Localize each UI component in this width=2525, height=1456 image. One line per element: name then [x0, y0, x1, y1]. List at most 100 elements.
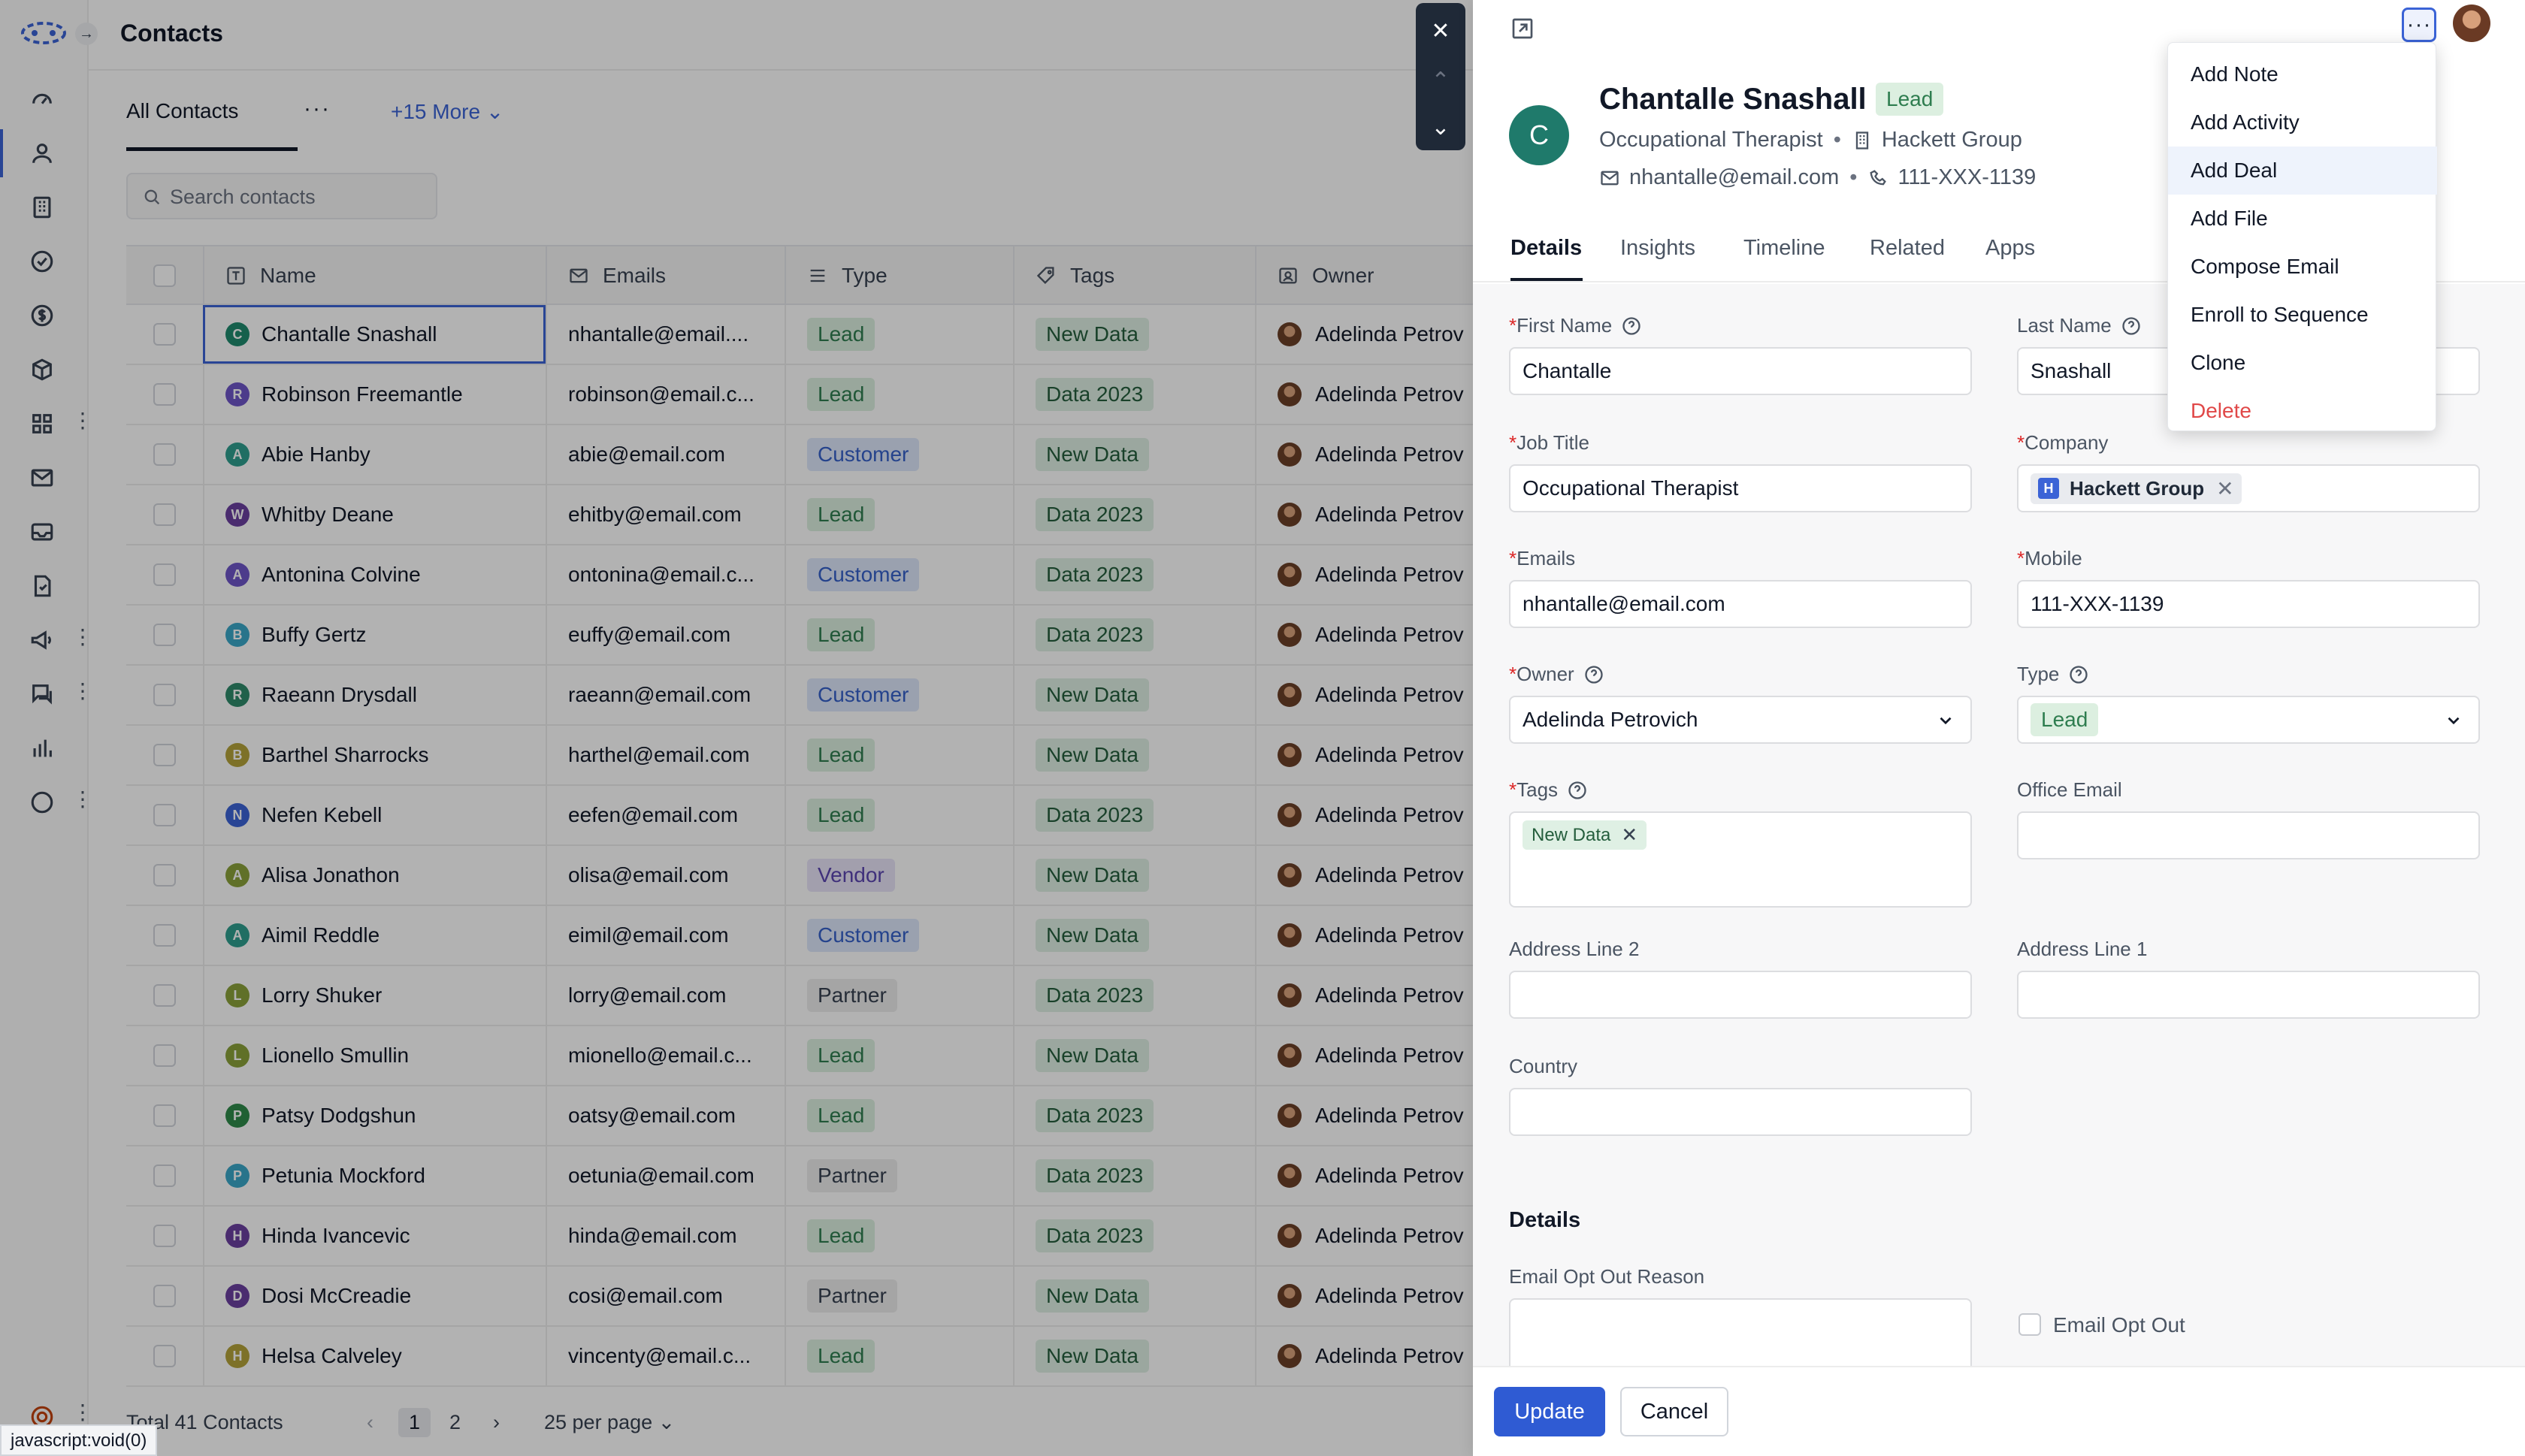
office-email-field[interactable] [2017, 811, 2480, 859]
tag-cell[interactable]: New Data [1013, 726, 1255, 784]
table-row[interactable]: B Buffy Gertz euffy@email.com Lead Data 2023… [126, 606, 1473, 666]
owner-cell[interactable]: Adelinda Petrov [1255, 1267, 1473, 1325]
table-row[interactable]: A Abie Hanby abie@email.com Customer New Dat… [126, 425, 1473, 485]
search-input[interactable] [170, 182, 425, 212]
menu-item-clone[interactable]: Clone [2168, 339, 2437, 387]
user-avatar[interactable] [2453, 5, 2490, 42]
table-row[interactable]: H Helsa Calveley vincenty@email.c... Lead Ne… [126, 1327, 1473, 1387]
type-cell[interactable]: Customer [785, 545, 1013, 604]
column-owner[interactable]: Owner [1255, 246, 1473, 305]
menu-item-add-file[interactable]: Add File [2168, 195, 2437, 243]
table-row[interactable]: A Aimil Reddle eimil@email.com Customer New … [126, 906, 1473, 966]
help-icon[interactable] [2121, 316, 2142, 337]
tag-cell[interactable]: Data 2023 [1013, 1207, 1255, 1265]
update-button[interactable]: Update [1494, 1387, 1605, 1436]
table-row[interactable]: L Lorry Shuker lorry@email.com Partner Data … [126, 966, 1473, 1026]
menu-item-add-deal[interactable]: Add Deal [2168, 147, 2437, 195]
menu-item-delete[interactable]: Delete [2168, 387, 2437, 435]
row-checkbox[interactable] [153, 1225, 176, 1247]
row-checkbox[interactable] [153, 323, 176, 346]
page-1-button[interactable]: 1 [398, 1408, 431, 1437]
row-checkbox[interactable] [153, 1345, 176, 1367]
owner-select[interactable]: Adelinda Petrovich [1509, 696, 1972, 744]
tasks-icon[interactable] [29, 248, 56, 275]
name-cell[interactable]: W Whitby Deane [203, 485, 546, 544]
type-cell[interactable]: Lead [785, 726, 1013, 784]
row-checkbox[interactable] [153, 684, 176, 706]
column-type[interactable]: Type [785, 246, 1013, 305]
owner-cell[interactable]: Adelinda Petrov [1255, 485, 1473, 544]
tag-cell[interactable]: Data 2023 [1013, 786, 1255, 844]
remove-company-icon[interactable]: ✕ [2216, 476, 2233, 501]
email-cell[interactable]: nhantalle@email.... [546, 305, 785, 364]
table-row[interactable]: A Alisa Jonathon olisa@email.com Vendor New … [126, 846, 1473, 906]
table-row[interactable]: R Raeann Drysdall raeann@email.com Customer… [126, 666, 1473, 726]
address-line-2-field[interactable] [1509, 971, 1972, 1019]
tag-cell[interactable]: New Data [1013, 846, 1255, 905]
tag-cell[interactable]: Data 2023 [1013, 485, 1255, 544]
owner-cell[interactable]: Adelinda Petrov [1255, 1207, 1473, 1265]
tag-cell[interactable]: New Data [1013, 1267, 1255, 1325]
chevron-down-icon[interactable]: ⌄ [1416, 104, 1465, 150]
page-2-button[interactable]: 2 [449, 1411, 461, 1434]
column-name[interactable]: Name [203, 246, 546, 305]
email-cell[interactable]: ehitby@email.com [546, 485, 785, 544]
type-cell[interactable]: Lead [785, 1207, 1013, 1265]
owner-cell[interactable]: Adelinda Petrov [1255, 906, 1473, 965]
tag-cell[interactable]: Data 2023 [1013, 966, 1255, 1025]
name-cell[interactable]: H Helsa Calveley [203, 1327, 546, 1385]
name-cell[interactable]: D Dosi McCreadie [203, 1267, 546, 1325]
table-row[interactable]: R Robinson Freemantle robinson@email.c... L… [126, 365, 1473, 425]
type-cell[interactable]: Lead [785, 786, 1013, 844]
table-row[interactable]: N Nefen Kebell eefen@email.com Lead Data 202… [126, 786, 1473, 846]
table-row[interactable]: C Chantalle Snashall nhantalle@email.... Le… [126, 305, 1473, 365]
column-tags[interactable]: Tags [1013, 246, 1255, 305]
company-field[interactable]: H Hackett Group ✕ [2017, 464, 2480, 512]
remove-tag-icon[interactable]: ✕ [1621, 823, 1637, 847]
menu-item-add-note[interactable]: Add Note [2168, 50, 2437, 98]
owner-cell[interactable]: Adelinda Petrov [1255, 545, 1473, 604]
tab-apps[interactable]: Apps [1985, 236, 2035, 261]
row-checkbox[interactable] [153, 1044, 176, 1067]
owner-cell[interactable]: Adelinda Petrov [1255, 1026, 1473, 1085]
chevron-up-icon[interactable]: ⌃ [1416, 57, 1465, 104]
type-cell[interactable]: Lead [785, 1086, 1013, 1145]
name-cell[interactable]: A Abie Hanby [203, 425, 546, 484]
tab-timeline[interactable]: Timeline [1743, 236, 1825, 261]
email-cell[interactable]: lorry@email.com [546, 966, 785, 1025]
more-views-button[interactable]: +15 More ⌄ [391, 99, 503, 124]
tag-cell[interactable]: New Data [1013, 1026, 1255, 1085]
prev-page-icon[interactable]: ‹ [367, 1411, 373, 1434]
type-select[interactable]: Lead [2017, 696, 2480, 744]
close-icon[interactable]: ✕ [1416, 8, 1465, 54]
email-cell[interactable]: ontonina@email.c... [546, 545, 785, 604]
emails-field[interactable]: nhantalle@email.com [1509, 580, 1972, 628]
email-text[interactable]: nhantalle@email.com [1629, 165, 1839, 190]
per-page-select[interactable]: 25 per page ⌄ [544, 1411, 675, 1434]
dashboard-icon[interactable] [29, 86, 56, 113]
type-cell[interactable]: Lead [785, 485, 1013, 544]
email-cell[interactable]: cosi@email.com [546, 1267, 785, 1325]
tag-cell[interactable]: New Data [1013, 1327, 1255, 1385]
app-logo-icon[interactable] [20, 20, 68, 47]
row-checkbox[interactable] [153, 1104, 176, 1127]
name-cell[interactable]: L Lorry Shuker [203, 966, 546, 1025]
name-cell[interactable]: A Antonina Colvine [203, 545, 546, 604]
email-cell[interactable]: robinson@email.c... [546, 365, 785, 424]
help-icon[interactable] [1621, 316, 1642, 337]
row-checkbox[interactable] [153, 864, 176, 887]
email-cell[interactable]: vincenty@email.c... [546, 1327, 785, 1385]
email-opt-out-checkbox[interactable] [2018, 1313, 2041, 1336]
owner-cell[interactable]: Adelinda Petrov [1255, 425, 1473, 484]
owner-cell[interactable]: Adelinda Petrov [1255, 1086, 1473, 1145]
more-actions-button[interactable]: ··· [2402, 8, 2436, 42]
email-cell[interactable]: harthel@email.com [546, 726, 785, 784]
phone-text[interactable]: 111-XXX-1139 [1898, 165, 2036, 190]
tab-related[interactable]: Related [1870, 236, 1945, 261]
name-cell[interactable]: A Aimil Reddle [203, 906, 546, 965]
companies-icon[interactable] [29, 194, 56, 221]
table-row[interactable]: L Lionello Smullin mionello@email.c... Lead… [126, 1026, 1473, 1086]
contacts-icon[interactable] [0, 129, 56, 177]
name-cell[interactable]: P Patsy Dodgshun [203, 1086, 546, 1145]
tag-cell[interactable]: Data 2023 [1013, 1146, 1255, 1205]
